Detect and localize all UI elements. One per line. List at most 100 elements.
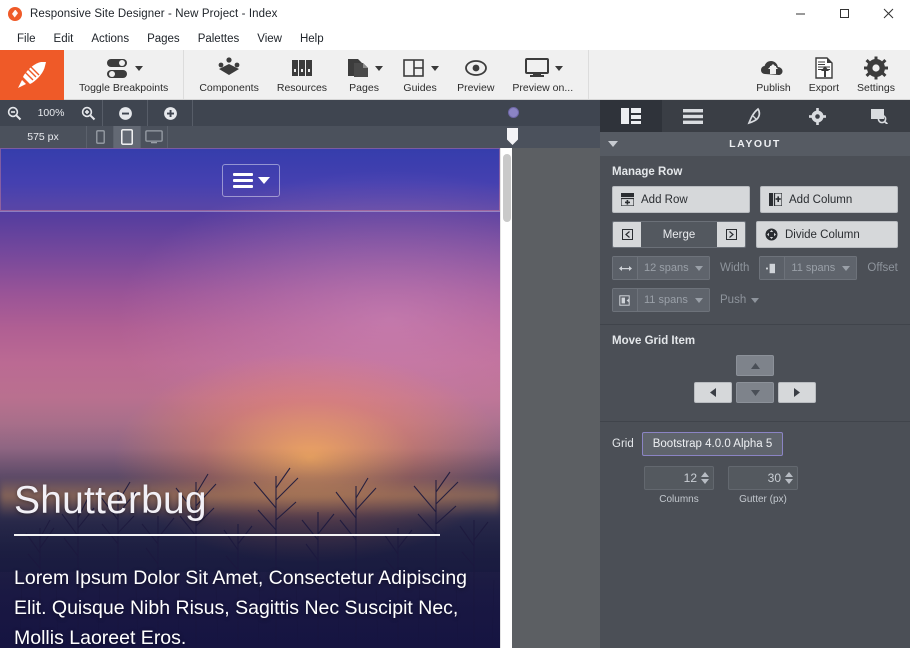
publish-button[interactable]: Publish [747, 50, 799, 99]
tab-layout[interactable] [600, 100, 662, 132]
right-panel: LAYOUT Manage Row Add Row Add Column Mer… [600, 100, 910, 648]
divide-column-button[interactable]: Divide Column [756, 221, 898, 248]
chevron-down-icon[interactable] [695, 265, 703, 271]
move-right-button[interactable] [778, 382, 816, 403]
chevron-down-icon[interactable] [431, 65, 440, 71]
navbar-toggler[interactable] [222, 164, 280, 197]
tab-inspect[interactable] [848, 100, 910, 132]
export-button[interactable]: Export [800, 50, 848, 99]
device-tablet[interactable] [114, 126, 140, 148]
breakpoint-slider[interactable] [170, 100, 598, 126]
push-value: 11 spans [644, 294, 688, 306]
collapse-caret-icon[interactable] [608, 141, 618, 147]
design-canvas[interactable]: Shutterbug Lorem Ipsum Dolor Sit Amet, C… [0, 148, 500, 648]
columns-stepper[interactable]: 12 [644, 466, 714, 490]
manage-row-label: Manage Row [612, 166, 683, 178]
menu-edit[interactable]: Edit [45, 30, 83, 48]
menu-pages[interactable]: Pages [138, 30, 189, 48]
move-down-button[interactable] [736, 382, 774, 403]
gutter-stepper[interactable]: 30 [728, 466, 798, 490]
chevron-down-icon[interactable] [695, 297, 703, 303]
hero-title[interactable]: Shutterbug [14, 479, 207, 523]
chevron-down-icon[interactable] [257, 177, 270, 184]
move-grid-section: Move Grid Item [600, 325, 910, 422]
menu-help[interactable]: Help [291, 30, 333, 48]
close-button[interactable] [866, 0, 910, 27]
hero-paragraph[interactable]: Lorem Ipsum Dolor Sit Amet, Consectetur … [14, 563, 479, 648]
merge-label[interactable]: Merge [641, 222, 717, 247]
chevron-down-icon[interactable] [751, 297, 760, 303]
canvas-vertical-scrollbar[interactable] [500, 148, 512, 648]
menu-actions[interactable]: Actions [82, 30, 138, 48]
merge-right-icon[interactable] [717, 222, 745, 247]
guides-button[interactable]: Guides [392, 50, 448, 99]
push-icon [612, 288, 638, 312]
add-row-button[interactable]: Add Row [612, 186, 750, 213]
width-control[interactable]: 12 spans [612, 256, 710, 280]
chevron-down-icon[interactable] [554, 65, 563, 71]
push-control[interactable]: 11 spans [612, 288, 710, 312]
device-phone-small[interactable] [87, 126, 113, 148]
tab-settings[interactable] [786, 100, 848, 132]
components-box-icon [216, 55, 242, 81]
move-left-button[interactable] [694, 382, 732, 403]
grid-framework-select[interactable]: Bootstrap 4.0.0 Alpha 5 [641, 432, 784, 456]
settings-gear-icon [863, 55, 889, 81]
offset-control[interactable]: 11 spans [759, 256, 858, 280]
components-label: Components [199, 82, 259, 94]
device-desktop[interactable] [141, 126, 167, 148]
minus-circle-icon[interactable] [103, 100, 147, 126]
scrollbar-thumb[interactable] [503, 154, 511, 222]
resources-button[interactable]: Resources [268, 50, 336, 99]
arrow-up-icon [750, 362, 760, 369]
preview-button[interactable]: Preview [448, 50, 503, 99]
window-controls [778, 0, 910, 27]
toggle-breakpoints-button[interactable]: Toggle Breakpoints [70, 50, 177, 99]
add-column-button[interactable]: Add Column [760, 186, 898, 213]
guides-grid-icon [401, 55, 427, 81]
menu-bar: File Edit Actions Pages Palettes View He… [0, 27, 910, 50]
zoom-level-label: 100% [37, 107, 65, 119]
hero-section: Shutterbug Lorem Ipsum Dolor Sit Amet, C… [0, 148, 500, 648]
canvas-gutter [512, 148, 600, 648]
ribbon-group-main: Components Resources Pages Guides Previe… [184, 50, 590, 99]
move-up-button[interactable] [736, 355, 774, 376]
nav-row[interactable] [0, 148, 500, 212]
gutter-field: 30 Gutter (px) [728, 466, 798, 505]
chevron-down-icon[interactable] [375, 65, 384, 71]
preview-on-label: Preview on... [512, 82, 574, 94]
rocket-pen-icon[interactable] [0, 50, 64, 100]
hamburger-menu-icon[interactable] [232, 170, 253, 191]
components-button[interactable]: Components [190, 50, 268, 99]
offset-select[interactable]: 11 spans [785, 256, 858, 280]
settings-button[interactable]: Settings [848, 50, 904, 99]
merge-left-icon[interactable] [613, 222, 641, 247]
gutter-value: 30 [767, 471, 781, 485]
columns-spinner[interactable] [701, 472, 709, 484]
grid-numbers-row: 12 Columns 30 Gutter (px) [612, 466, 898, 505]
app-logo-icon [8, 6, 22, 21]
menu-palettes[interactable]: Palettes [189, 30, 249, 48]
panel-tabs [600, 100, 910, 132]
tab-list[interactable] [662, 100, 724, 132]
pages-button[interactable]: Pages [336, 50, 392, 99]
preview-on-button[interactable]: Preview on... [503, 50, 582, 99]
push-label-group[interactable]: Push [720, 294, 760, 306]
menu-view[interactable]: View [248, 30, 291, 48]
minimize-button[interactable] [778, 0, 822, 27]
tab-styles[interactable] [724, 100, 786, 132]
menu-file[interactable]: File [8, 30, 45, 48]
push-select[interactable]: 11 spans [638, 288, 710, 312]
width-select[interactable]: 12 spans [638, 256, 710, 280]
breakpoint-marker[interactable] [508, 107, 519, 118]
columns-label: Columns [659, 494, 699, 505]
merge-control[interactable]: Merge [612, 221, 746, 248]
zoom-out-icon[interactable] [0, 100, 28, 126]
chevron-down-icon[interactable] [842, 265, 851, 271]
maximize-button[interactable] [822, 0, 866, 27]
chevron-down-icon[interactable] [134, 65, 143, 71]
offset-label: Offset [867, 262, 898, 274]
export-document-icon [811, 55, 837, 81]
zoom-in-icon[interactable] [74, 100, 102, 126]
gutter-spinner[interactable] [785, 472, 793, 484]
